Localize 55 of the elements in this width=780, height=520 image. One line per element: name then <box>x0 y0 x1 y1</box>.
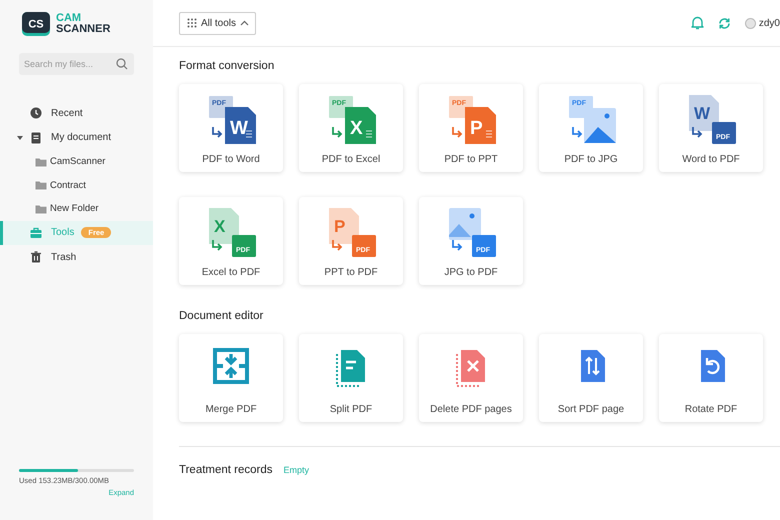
logo-text: CAM <box>56 13 82 24</box>
folder-icon <box>35 156 47 168</box>
nav-item[interactable]: My document <box>0 126 153 150</box>
nav-item[interactable]: Contract <box>0 174 153 197</box>
tool-card[interactable]: Rotate PDF <box>659 334 763 422</box>
folder-icon <box>35 202 47 215</box>
nav-item[interactable]: New Folder <box>0 197 153 220</box>
refresh-icon[interactable] <box>718 16 731 30</box>
bell-icon[interactable] <box>690 16 704 30</box>
grid-icon <box>187 18 197 28</box>
tool-label: PDF to Excel <box>322 154 380 165</box>
tool-card[interactable]: Delete PDF pages <box>419 334 523 422</box>
logo-icon: CS <box>22 12 50 36</box>
tool-label: Sort PDF page <box>558 404 624 415</box>
search-field[interactable]: Search my files... <box>19 53 134 75</box>
avatar-icon[interactable] <box>744 18 756 28</box>
tool-label: Merge PDF <box>205 404 257 415</box>
status-text: Empty <box>284 465 310 475</box>
section-title: Treatment records <box>179 464 273 476</box>
tool-label: Excel to PDF <box>202 267 260 278</box>
nav-label: My document <box>51 132 112 144</box>
nav-label: Trash <box>51 252 76 263</box>
nav-label: Contract <box>50 180 86 191</box>
nav-item[interactable]: Trash <box>0 245 153 270</box>
tool-label: PDF to PPT <box>444 154 498 165</box>
section-title: Format conversion <box>179 59 276 73</box>
tool-label: Delete PDF pages <box>430 404 512 415</box>
tool-label: Rotate PDF <box>684 404 738 415</box>
search-icon <box>116 58 128 70</box>
nav-item[interactable]: CamScanner <box>0 150 153 174</box>
caret-icon[interactable] <box>17 136 23 140</box>
tool-label: PDF to Word <box>202 154 260 165</box>
trash-icon <box>30 251 42 264</box>
nav-label: New Folder <box>50 203 99 214</box>
briefcase-icon <box>30 226 42 239</box>
nav-label: Recent <box>51 108 83 119</box>
folder-icon <box>35 179 47 192</box>
tool-label: Split PDF <box>330 404 372 415</box>
tool-card[interactable]: Split PDF <box>299 334 403 422</box>
tool-label: PDF to JPG <box>564 154 618 165</box>
tool-card[interactable]: Sort PDF page <box>539 334 643 422</box>
section-title: Document editor <box>179 309 264 323</box>
tool-label: JPG to PDF <box>444 267 498 278</box>
nav-label: Tools <box>51 227 74 238</box>
nav-item[interactable]: Recent <box>0 101 153 126</box>
logo-text: SCANNER <box>56 24 110 35</box>
chevron-icon <box>240 20 250 26</box>
tool-card[interactable]: Merge PDF <box>179 334 283 422</box>
document-icon <box>30 132 42 144</box>
nav-label: CamScanner <box>50 156 106 168</box>
tool-label: Word to PDF <box>682 154 740 165</box>
user-name[interactable]: zdy0 <box>758 18 780 28</box>
all-tools-button[interactable]: All tools <box>179 12 256 34</box>
clock-icon <box>30 107 42 120</box>
tool-label: PPT to PDF <box>324 267 378 278</box>
